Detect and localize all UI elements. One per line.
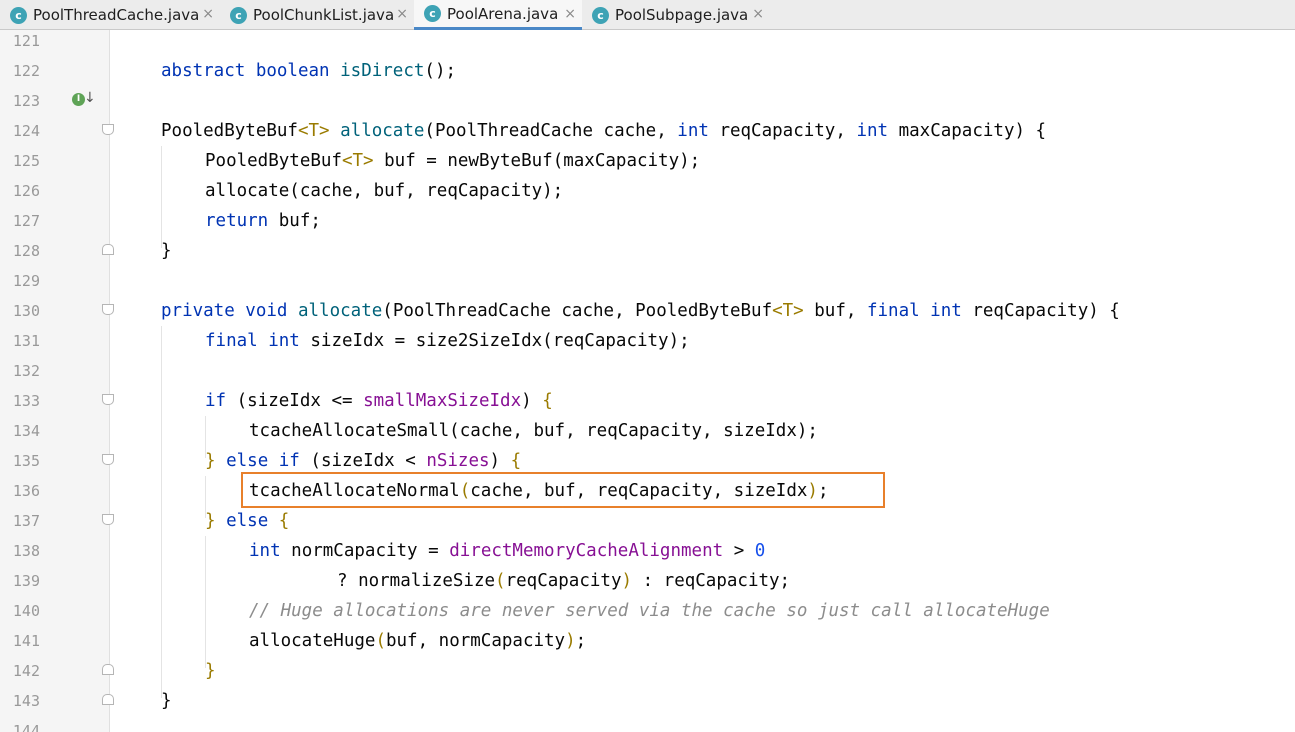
tab-poolarena[interactable]: c PoolArena.java × xyxy=(414,0,582,30)
tab-label: PoolThreadCache.java xyxy=(33,6,200,24)
tab-label: PoolSubpage.java xyxy=(615,6,749,24)
line-number: 136 xyxy=(12,482,40,500)
code-line-126[interactable]: allocate(cache, buf, reqCapacity); xyxy=(205,176,563,206)
code-line-122[interactable]: abstract boolean isDirect(); xyxy=(161,56,456,86)
code-editor[interactable]: abstract boolean isDirect(); PooledByteB… xyxy=(110,30,1295,732)
class-icon: c xyxy=(424,5,441,22)
code-line-125[interactable]: PooledByteBuf<T> buf = newByteBuf(maxCap… xyxy=(205,146,700,176)
indent-guide xyxy=(161,146,162,248)
code-line-131[interactable]: final int sizeIdx = size2SizeIdx(reqCapa… xyxy=(205,326,690,356)
line-number: 135 xyxy=(12,452,40,470)
tab-poolchunklist[interactable]: c PoolChunkList.java × xyxy=(220,0,414,30)
tab-label: PoolArena.java xyxy=(447,4,559,23)
code-line-141[interactable]: allocateHuge(buf, normCapacity); xyxy=(249,626,586,656)
line-number: 138 xyxy=(12,542,40,560)
line-number: 143 xyxy=(12,692,40,710)
code-line-130[interactable]: private void allocate(PoolThreadCache ca… xyxy=(161,296,1120,326)
line-number: 132 xyxy=(12,362,40,380)
tab-label: PoolChunkList.java xyxy=(253,6,395,24)
code-line-142[interactable]: } xyxy=(205,656,216,686)
code-line-128[interactable]: } xyxy=(161,236,172,266)
code-line-124[interactable]: PooledByteBuf<T> allocate(PoolThreadCach… xyxy=(161,116,1046,146)
line-number: 127 xyxy=(12,212,40,230)
line-number: 142 xyxy=(12,662,40,680)
code-line-134[interactable]: tcacheAllocateSmall(cache, buf, reqCapac… xyxy=(249,416,818,446)
line-number: 126 xyxy=(12,182,40,200)
line-number: 128 xyxy=(12,242,40,260)
class-icon: c xyxy=(592,6,609,24)
close-icon[interactable]: × xyxy=(564,7,576,21)
code-line-133[interactable]: if (sizeIdx <= smallMaxSizeIdx) { xyxy=(205,386,553,416)
line-number: 123 xyxy=(12,92,40,110)
editor-tab-bar: c PoolThreadCache.java × c PoolChunkList… xyxy=(0,0,1295,30)
line-number: 141 xyxy=(12,632,40,650)
line-number: 137 xyxy=(12,512,40,530)
highlight-box xyxy=(241,472,885,508)
tab-poolsubpage[interactable]: c PoolSubpage.java × xyxy=(582,0,770,30)
line-number: 131 xyxy=(12,332,40,350)
code-line-127[interactable]: return buf; xyxy=(205,206,321,236)
close-icon[interactable]: × xyxy=(202,7,214,21)
close-icon[interactable]: × xyxy=(752,7,764,21)
line-number: 134 xyxy=(12,422,40,440)
line-number: 130 xyxy=(12,302,40,320)
line-number: 129 xyxy=(12,272,40,290)
line-number: 133 xyxy=(12,392,40,410)
code-line-137[interactable]: } else { xyxy=(205,506,289,536)
class-icon: c xyxy=(10,6,27,24)
code-line-139[interactable]: ? normalizeSize(reqCapacity) : reqCapaci… xyxy=(337,566,790,596)
line-number: 122 xyxy=(12,62,40,80)
line-number: 139 xyxy=(12,572,40,590)
line-number: 125 xyxy=(12,152,40,170)
line-number: 124 xyxy=(12,122,40,140)
indent-guide xyxy=(161,326,162,698)
line-number: 121 xyxy=(12,32,40,50)
editor-gutter: 121 122 123 124 125 126 127 128 129 130 … xyxy=(0,30,114,732)
down-arrow-icon[interactable]: ↓ xyxy=(84,90,96,106)
code-line-140[interactable]: // Huge allocations are never served via… xyxy=(249,596,1050,626)
code-line-143[interactable]: } xyxy=(161,686,172,716)
close-icon[interactable]: × xyxy=(396,7,408,21)
code-line-138[interactable]: int normCapacity = directMemoryCacheAlig… xyxy=(249,536,765,566)
line-number: 144 xyxy=(12,722,40,732)
line-number: 140 xyxy=(12,602,40,620)
class-icon: c xyxy=(230,6,247,24)
indent-guide xyxy=(205,536,206,668)
